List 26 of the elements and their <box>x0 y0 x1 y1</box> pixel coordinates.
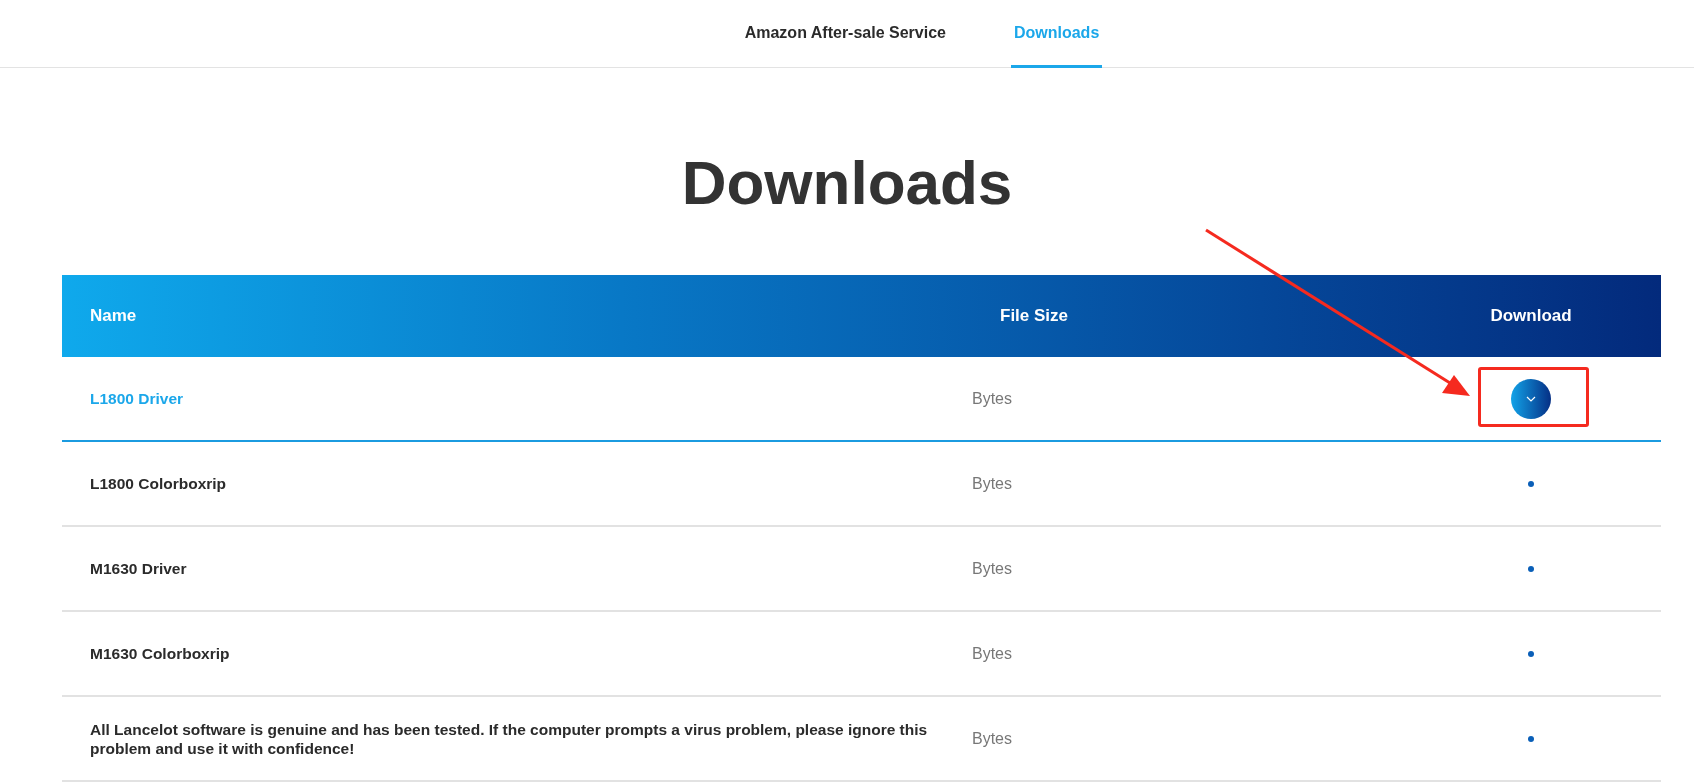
page-title: Downloads <box>680 152 1014 219</box>
download-button[interactable] <box>1511 378 1551 419</box>
file-size: Bytes <box>972 559 1013 578</box>
download-button[interactable] <box>1528 735 1534 742</box>
file-size: Bytes <box>972 729 1013 748</box>
column-header: Name <box>89 306 138 326</box>
file-name: L1800 Colorboxrip <box>89 474 228 493</box>
table-row[interactable]: L1800 Driver Bytes <box>62 357 1661 442</box>
table-row[interactable]: All Lancelot software is genuine and has been tested. If the computer prompts a virus problem, please ignore this problem and use it with confidence! Bytes <box>62 697 1661 782</box>
nav-tab[interactable]: Amazon After-sale Service <box>741 0 949 68</box>
chevron-down-icon <box>1526 395 1536 402</box>
file-name: M1630 Colorboxrip <box>89 644 231 663</box>
table-row[interactable]: M1630 Colorboxrip Bytes <box>62 612 1661 697</box>
file-size: Bytes <box>972 474 1013 493</box>
column-header: Download <box>1489 306 1573 326</box>
file-name: All Lancelot software is genuine and has been tested. If the computer prompts a virus problem, please ignore this problem and use it with confidence! <box>89 719 929 758</box>
download-button[interactable] <box>1528 565 1534 572</box>
file-size: Bytes <box>972 389 1013 408</box>
table-row[interactable]: L1800 Colorboxrip Bytes <box>62 442 1661 527</box>
file-name: L1800 Driver <box>89 389 185 408</box>
download-button[interactable] <box>1528 480 1534 487</box>
file-size: Bytes <box>972 644 1013 663</box>
file-name: M1630 Driver <box>89 559 188 578</box>
download-button[interactable] <box>1528 650 1534 657</box>
column-header: File Size <box>999 306 1070 326</box>
table-row[interactable]: M1630 Driver Bytes <box>62 527 1661 612</box>
